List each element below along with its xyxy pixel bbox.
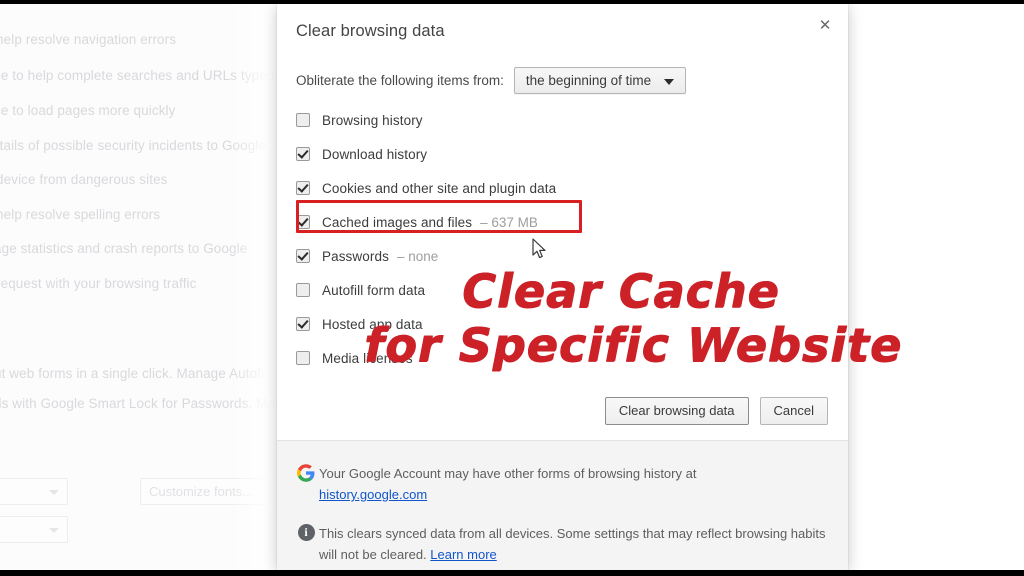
checkbox-checked-icon[interactable] — [296, 249, 310, 263]
background-text-line: ce to load pages more quickly — [0, 103, 176, 118]
checkbox-row[interactable]: Passwords – none — [296, 239, 826, 273]
google-g-icon — [293, 463, 319, 505]
chevron-down-icon — [49, 490, 59, 495]
info-icon: i — [293, 523, 319, 565]
checkbox-row[interactable]: Hosted app data — [296, 307, 826, 341]
checkbox-unchecked-icon[interactable] — [296, 351, 310, 365]
checkbox-row[interactable]: Browsing history — [296, 103, 826, 137]
checkbox-label: Autofill form data — [322, 282, 426, 298]
google-account-text: Your Google Account may have other forms… — [319, 466, 697, 481]
data-type-checkbox-list: Browsing history Download history Cookies … — [296, 103, 826, 375]
time-range-select[interactable]: the beginning of time — [513, 66, 686, 94]
cancel-button[interactable]: Cancel — [759, 397, 828, 425]
info-icon-glyph: i — [297, 524, 315, 541]
background-text-line: device from dangerous sites — [0, 172, 168, 187]
checkbox-row[interactable]: Media licenses — [296, 341, 826, 375]
time-range-label: Obliterate the following items from: — [296, 72, 504, 88]
checkbox-row[interactable]: Cached images and files – 637 MB — [296, 205, 826, 239]
background-text-line: etails of possible security incidents to… — [0, 138, 267, 153]
time-range-selected-value: the beginning of time — [525, 72, 652, 88]
background-text-line: help resolve spelling errors — [0, 207, 161, 222]
checkbox-label: Passwords — [322, 248, 389, 264]
close-icon[interactable]: ✕ — [812, 13, 838, 39]
customize-fonts-button-label: Customize fonts... — [149, 484, 254, 499]
customize-fonts-button[interactable]: Customize fonts... — [140, 478, 270, 505]
checkbox-label: Media licenses — [322, 350, 413, 366]
checkbox-size-value: – 637 MB — [480, 214, 538, 230]
checkbox-row[interactable]: Download history — [296, 137, 826, 171]
background-text-line: age statistics and crash reports to Goog… — [0, 241, 248, 256]
checkbox-label: Cookies and other site and plugin data — [322, 180, 557, 196]
google-account-text-block: Your Google Account may have other forms… — [319, 463, 696, 505]
letterbox-bar-top — [0, 0, 1024, 4]
checkbox-row[interactable]: Autofill form data — [296, 273, 826, 307]
background-text-line: ds with Google Smart Lock for Passwords.… — [0, 396, 276, 411]
dialog-footer: Your Google Account may have other forms… — [277, 440, 848, 570]
dialog-title: Clear browsing data — [296, 22, 445, 40]
history-google-com-link[interactable]: history.google.com — [319, 487, 427, 502]
checkbox-unchecked-icon[interactable] — [296, 283, 310, 297]
checkbox-unchecked-icon[interactable] — [296, 113, 310, 127]
checkbox-checked-icon[interactable] — [296, 215, 310, 229]
chevron-down-icon — [49, 528, 59, 533]
settings-left-column: help resolve navigation errors ce to help… — [0, 4, 290, 570]
screenshot-stage: help resolve navigation errors ce to help… — [0, 0, 1024, 576]
clear-browsing-data-button[interactable]: Clear browsing data — [604, 397, 749, 425]
background-text-line: help resolve navigation errors — [0, 32, 177, 47]
checkbox-label: Download history — [322, 146, 428, 162]
checkbox-label: Browsing history — [322, 112, 423, 128]
checkbox-checked-icon[interactable] — [296, 317, 310, 331]
background-text-line: ce to help complete searches and URLs ty… — [0, 68, 275, 83]
time-range-row: Obliterate the following items from: the… — [296, 66, 686, 94]
checkbox-label: Hosted app data — [322, 316, 423, 332]
checkbox-row[interactable]: Cookies and other site and plugin data — [296, 171, 826, 205]
learn-more-link[interactable]: Learn more — [430, 547, 496, 562]
clear-browsing-data-dialog: Clear browsing data ✕ Obliterate the fol… — [277, 4, 848, 570]
chevron-down-icon — [663, 78, 674, 85]
background-text-line: request with your browsing traffic — [0, 276, 197, 291]
sync-text-block: This clears synced data from all devices… — [319, 523, 838, 565]
checkbox-checked-icon[interactable] — [296, 181, 310, 195]
google-account-notice: Your Google Account may have other forms… — [293, 463, 838, 505]
sync-notice: i This clears synced data from all devic… — [293, 523, 838, 565]
dialog-action-buttons: Clear browsing data Cancel — [604, 397, 828, 425]
checkbox-size-value: – none — [396, 248, 439, 264]
letterbox-bar-bottom — [0, 570, 1024, 576]
checkbox-label: Cached images and files — [322, 214, 473, 230]
background-text-line: ut web forms in a single click. Manage A… — [0, 366, 265, 381]
checkbox-checked-icon[interactable] — [296, 147, 310, 161]
font-size-select[interactable]: lium — [0, 478, 68, 505]
page-zoom-select[interactable]: % — [0, 516, 68, 543]
sync-text: This clears synced data from all devices… — [319, 526, 826, 562]
